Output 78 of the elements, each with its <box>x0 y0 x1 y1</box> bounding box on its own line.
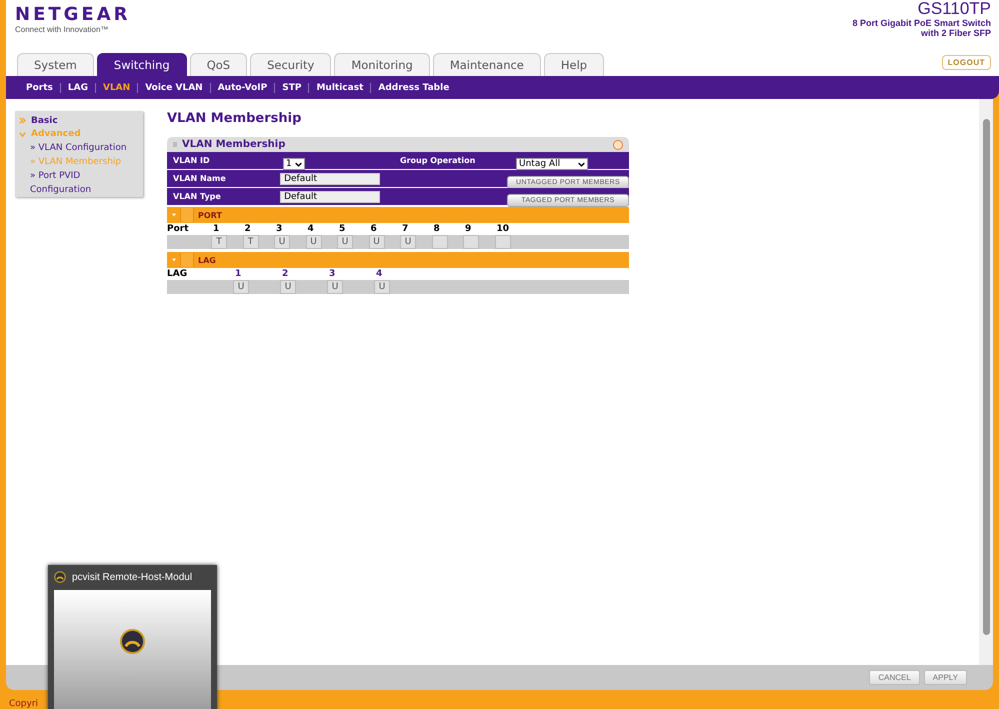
subnav-link[interactable]: Voice VLAN <box>137 82 210 92</box>
vlan-id-dropdown[interactable]: 1 <box>283 158 305 170</box>
section-header[interactable]: PORT <box>167 207 629 223</box>
membership-cell[interactable] <box>432 235 448 249</box>
model-name: GS110TP <box>918 0 991 18</box>
footer-button[interactable]: APPLY <box>924 670 967 685</box>
subnav-link[interactable]: VLAN <box>94 82 138 92</box>
subnav-link[interactable]: Ports <box>22 82 60 92</box>
gauge-icon <box>120 629 145 654</box>
nav-tab[interactable]: Switching <box>96 53 187 76</box>
section-title: LAG <box>198 256 216 264</box>
membership-cell[interactable]: U <box>400 235 416 249</box>
membership-cell[interactable]: U <box>368 235 384 249</box>
field-label: VLAN Type <box>172 192 222 201</box>
column-number: 6 <box>370 224 378 234</box>
subnav-link[interactable]: Auto-VoIP <box>210 82 274 92</box>
section-header[interactable]: LAG <box>167 252 629 268</box>
help-icon[interactable] <box>613 140 623 150</box>
column-number: 3 <box>329 269 336 279</box>
gauge-icon <box>54 571 66 583</box>
group-operation-dropdown[interactable]: Untag All <box>516 158 588 170</box>
sidebar-subitem[interactable]: » VLAN Configuration <box>19 141 130 155</box>
column-number: 7 <box>402 224 410 234</box>
grip-icon <box>173 142 177 147</box>
tagline: Connect with Innovation™ <box>15 25 110 34</box>
column-number: 4 <box>308 224 315 234</box>
membership-cell[interactable]: U <box>337 235 353 249</box>
membership-cell[interactable]: U <box>327 280 343 294</box>
model-description: 8 Port Gigabit PoE Smart Switch <box>852 18 991 28</box>
text-field[interactable]: Default <box>280 172 380 184</box>
column-number: 5 <box>339 224 346 234</box>
sidebar-item[interactable]: Basic <box>31 116 58 126</box>
row-label: LAG <box>167 269 188 279</box>
membership-cell[interactable]: T <box>242 235 258 249</box>
column-number: 4 <box>376 269 384 279</box>
footer-button[interactable]: CANCEL <box>869 670 920 685</box>
text-field[interactable]: Default <box>280 190 380 202</box>
column-number: 8 <box>434 224 441 234</box>
panel-title: VLAN Membership <box>182 139 286 150</box>
subnav-link[interactable]: LAG <box>60 82 95 92</box>
column-number: 9 <box>465 224 472 234</box>
membership-cell[interactable]: U <box>274 235 290 249</box>
chevron-icon <box>294 162 302 166</box>
scrollbar[interactable] <box>979 99 993 665</box>
field-label: Group Operation <box>399 156 476 165</box>
column-number: 2 <box>244 224 252 234</box>
model-description: with 2 Fiber SFP <box>920 28 991 38</box>
field-label: VLAN Name <box>172 174 227 183</box>
copyright-text: Copyri <box>8 699 38 709</box>
membership-cell[interactable]: U <box>306 235 322 249</box>
membership-cell[interactable] <box>494 235 510 249</box>
membership-cell[interactable]: U <box>280 280 296 294</box>
netgear-logo: NETGEAR <box>15 5 130 25</box>
column-number: 1 <box>213 224 220 234</box>
membership-cell[interactable]: T <box>211 235 227 249</box>
field-label: VLAN ID <box>172 156 211 165</box>
page-title: VLAN Membership <box>167 111 302 126</box>
column-number: 3 <box>276 224 284 234</box>
row-label: Port <box>167 224 190 234</box>
membership-cell[interactable]: U <box>233 280 249 294</box>
membership-cell[interactable] <box>463 235 479 249</box>
nav-tab[interactable]: System <box>17 53 94 76</box>
sidebar-subitem[interactable]: » Port PVID Configuration <box>19 169 130 197</box>
window-title: pcvisit Remote-Host-Modul <box>72 572 192 582</box>
column-number: 2 <box>282 269 290 279</box>
subnav-link[interactable]: Multicast <box>308 82 370 92</box>
nav-tab[interactable]: QoS <box>190 53 248 76</box>
chevron-icon <box>578 162 585 166</box>
membership-cell[interactable]: U <box>374 280 390 294</box>
subnav-link[interactable]: STP <box>274 82 308 92</box>
column-number: 1 <box>235 269 242 279</box>
section-title: PORT <box>198 210 222 220</box>
column-number: 10 <box>496 224 510 234</box>
nav-tab[interactable]: Maintenance <box>432 53 541 76</box>
nav-tab[interactable]: Help <box>544 53 604 76</box>
nav-tab[interactable]: Security <box>250 53 332 76</box>
nav-tab[interactable]: Monitoring <box>334 53 430 76</box>
subnav-link[interactable]: Address Table <box>370 82 456 92</box>
